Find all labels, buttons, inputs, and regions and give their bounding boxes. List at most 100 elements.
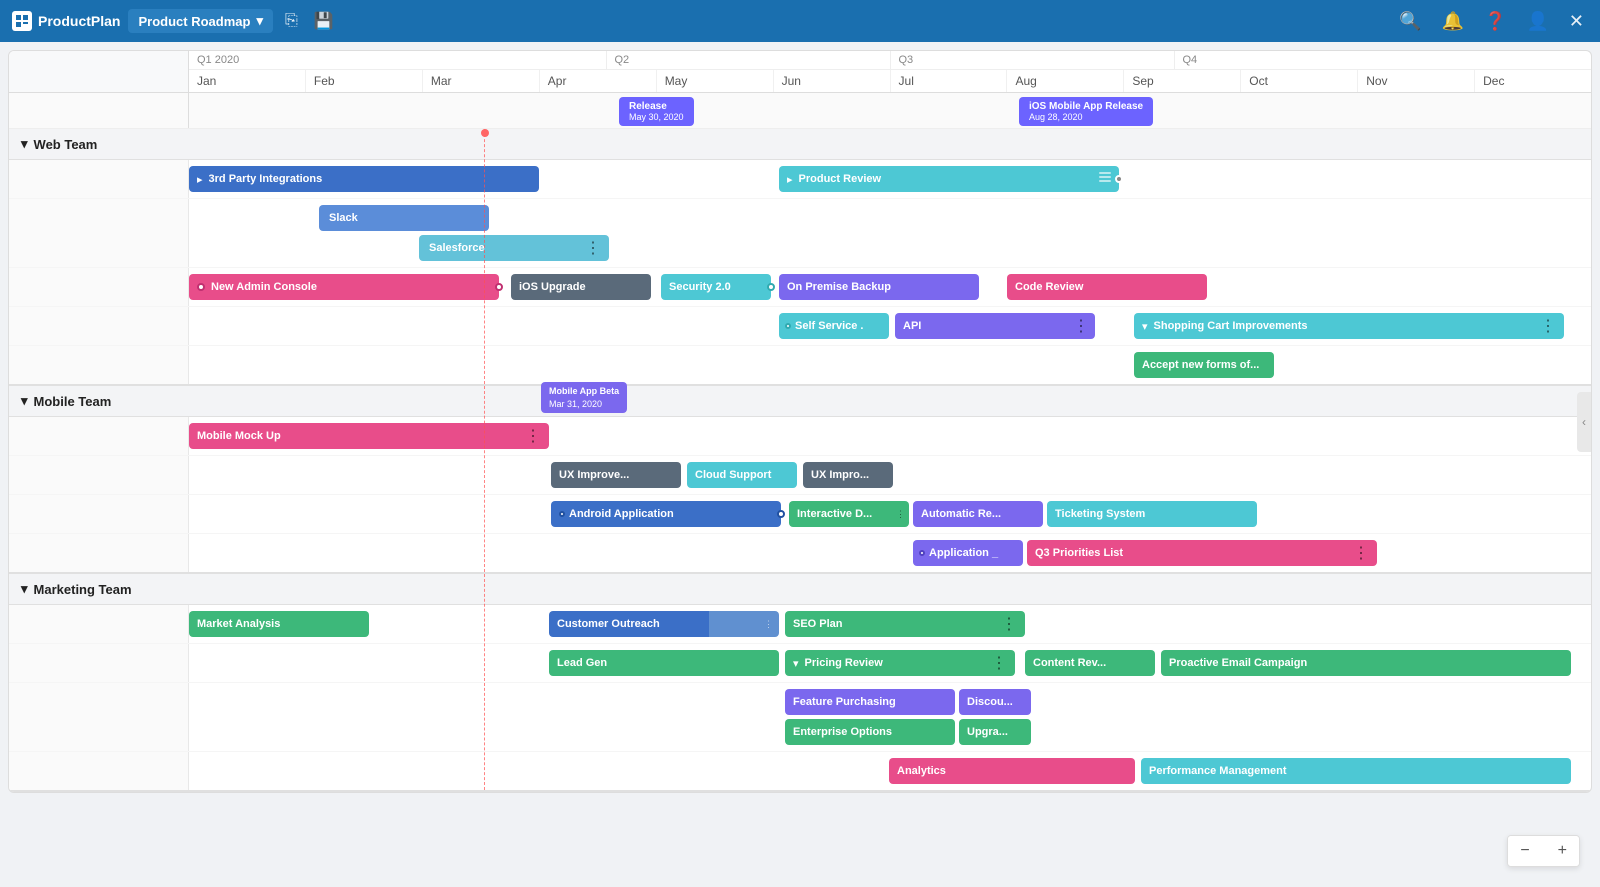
bar-ux-improve1[interactable]: UX Improve... <box>551 462 681 488</box>
release-date: May 30, 2020 <box>629 112 684 122</box>
web-row1-label <box>9 160 189 198</box>
bar-discou-label: Discou... <box>967 696 1013 708</box>
bar-android[interactable]: Android Application <box>551 501 781 527</box>
bar-ios-upgrade[interactable]: iOS Upgrade <box>511 274 651 300</box>
help-button[interactable]: ❓ <box>1480 7 1510 36</box>
zoom-out-button[interactable]: − <box>1508 836 1541 866</box>
topnav: ProductPlan Product Roadmap ▾ ⎘ 💾 🔍 🔔 ❓ … <box>0 0 1600 42</box>
bar-3rd-party[interactable]: ▸ 3rd Party Integrations <box>189 166 539 192</box>
bar-mobile-mockup[interactable]: Mobile Mock Up ⋮ <box>189 423 549 449</box>
bar-customer-outreach-label: Customer Outreach <box>557 618 660 630</box>
web-row3-bars: New Admin Console iOS Upgrade Security 2… <box>189 268 1591 306</box>
interactive-handle: ⋮ <box>896 509 905 520</box>
month-jul: Jul <box>891 70 1008 92</box>
bar-on-premise[interactable]: On Premise Backup <box>779 274 979 300</box>
bar-analytics[interactable]: Analytics <box>889 758 1135 784</box>
bar-salesforce[interactable]: Salesforce ⋮ <box>419 235 609 261</box>
month-nov: Nov <box>1358 70 1475 92</box>
bar-enterprise[interactable]: Enterprise Options <box>785 719 955 745</box>
bar-self-service[interactable]: Self Service . <box>779 313 889 339</box>
bar-performance-mgmt[interactable]: Performance Management <box>1141 758 1571 784</box>
shopping-cart-expand[interactable]: ▾ <box>1142 320 1148 333</box>
bar-shopping-cart[interactable]: ▾ Shopping Cart Improvements ⋮ <box>1134 313 1564 339</box>
mobile-team-collapse-icon[interactable]: ▾ <box>21 393 28 409</box>
web-team-collapse-icon[interactable]: ▾ <box>21 136 28 152</box>
bar-proactive-email-label: Proactive Email Campaign <box>1169 657 1307 669</box>
search-button[interactable]: 🔍 <box>1395 7 1425 36</box>
ios-milestone[interactable]: iOS Mobile App Release Aug 28, 2020 <box>1019 97 1153 126</box>
mktg-row2-bars: Lead Gen ▾ Pricing Review ⋮ Content Rev.… <box>189 644 1591 682</box>
bar-code-review-label: Code Review <box>1015 281 1083 293</box>
bar-market-analysis[interactable]: Market Analysis <box>189 611 369 637</box>
brand-label: ProductPlan <box>38 13 120 29</box>
pricing-handle: ⋮ <box>991 653 1007 673</box>
bar-slack[interactable]: Slack <box>319 205 489 231</box>
admin-left-dot <box>197 283 205 291</box>
bar-q3-label: Q3 Priorities List <box>1035 547 1123 559</box>
bar-q3-priorities[interactable]: Q3 Priorities List ⋮ <box>1027 540 1377 566</box>
bar-product-review-label: Product Review <box>799 173 882 185</box>
month-mar: Mar <box>423 70 540 92</box>
bar-new-admin-label: New Admin Console <box>211 281 317 293</box>
bar-ticketing[interactable]: Ticketing System <box>1047 501 1257 527</box>
bar-lead-gen[interactable]: Lead Gen <box>549 650 779 676</box>
bar-content-rev-label: Content Rev... <box>1033 657 1106 669</box>
bar-product-review[interactable]: ▸ Product Review <box>779 166 1119 192</box>
bar-security[interactable]: Security 2.0 <box>661 274 771 300</box>
bar-new-admin[interactable]: New Admin Console <box>189 274 499 300</box>
mktg-row-2: Lead Gen ▾ Pricing Review ⋮ Content Rev.… <box>9 644 1591 683</box>
bar-automatic[interactable]: Automatic Re... <box>913 501 1043 527</box>
bar-lead-gen-label: Lead Gen <box>557 657 607 669</box>
zoom-in-button[interactable]: + <box>1546 836 1579 866</box>
mockup-handle: ⋮ <box>525 426 541 446</box>
bar-application[interactable]: Application _ <box>913 540 1023 566</box>
mobile-row3-label <box>9 495 189 533</box>
bar-cloud-support-label: Cloud Support <box>695 469 771 481</box>
bar-accept-forms[interactable]: Accept new forms of... <box>1134 352 1274 378</box>
pricing-review-expand[interactable]: ▾ <box>793 657 799 670</box>
bar-interactive[interactable]: Interactive D... ⋮ <box>789 501 909 527</box>
bar-seo-plan[interactable]: SEO Plan ⋮ <box>785 611 1025 637</box>
mobile-beta-milestone[interactable]: Mobile App Beta Mar 31, 2020 <box>541 382 627 413</box>
bar-feature-purchasing[interactable]: Feature Purchasing <box>785 689 955 715</box>
android-right-dot <box>777 510 785 518</box>
mobile-team-header[interactable]: ▾ Mobile Team Mobile App Beta Mar 31, 20… <box>9 386 1591 417</box>
right-panel-toggle[interactable]: ‹ <box>1577 392 1591 452</box>
release-milestone[interactable]: Release May 30, 2020 <box>619 97 694 126</box>
bar-cloud-support[interactable]: Cloud Support <box>687 462 797 488</box>
quarters-row: Q1 2020 Q2 Q3 Q4 <box>189 51 1591 70</box>
marketing-team-collapse-icon[interactable]: ▾ <box>21 581 28 597</box>
save-button[interactable]: 💾 <box>310 7 338 35</box>
bar-ux-impro2[interactable]: UX Impro... <box>803 462 893 488</box>
bar-code-review[interactable]: Code Review <box>1007 274 1207 300</box>
bar-customer-outreach[interactable]: Customer Outreach ⋮ <box>549 611 779 637</box>
ios-label: iOS Mobile App Release <box>1029 101 1143 112</box>
web-team-section: ▾ Web Team ▸ 3rd Party Integrations ▸ Pr… <box>9 129 1591 386</box>
mktg-row-4: Analytics Performance Management <box>9 752 1591 790</box>
bar-ux-improve1-label: UX Improve... <box>559 469 629 481</box>
bar-proactive-email[interactable]: Proactive Email Campaign <box>1161 650 1571 676</box>
bar-3rd-party-expand[interactable]: ▸ <box>197 173 203 186</box>
milestone-label-col <box>9 93 189 128</box>
marketing-team-header[interactable]: ▾ Marketing Team <box>9 574 1591 605</box>
web-row-4: Self Service . API ⋮ ▾ Shopping Cart Imp… <box>9 307 1591 346</box>
bar-api[interactable]: API ⋮ <box>895 313 1095 339</box>
bar-pricing-review[interactable]: ▾ Pricing Review ⋮ <box>785 650 1015 676</box>
web-team-header[interactable]: ▾ Web Team <box>9 129 1591 160</box>
account-button[interactable]: 👤 <box>1522 7 1552 36</box>
bar-discou[interactable]: Discou... <box>959 689 1031 715</box>
web-row-5: Accept new forms of... <box>9 346 1591 384</box>
fullscreen-button[interactable]: ✕ <box>1565 7 1588 36</box>
bar-product-review-expand[interactable]: ▸ <box>787 173 793 186</box>
view-dropdown[interactable]: Product Roadmap ▾ <box>128 9 273 33</box>
ios-date: Aug 28, 2020 <box>1029 112 1143 122</box>
bar-upgra-label: Upgra... <box>967 726 1008 738</box>
bar-ticketing-label: Ticketing System <box>1055 508 1145 520</box>
bar-ux-impro2-label: UX Impro... <box>811 469 869 481</box>
mobile-row-3: Android Application Interactive D... ⋮ A… <box>9 495 1591 534</box>
notifications-button[interactable]: 🔔 <box>1438 7 1468 36</box>
copy-button[interactable]: ⎘ <box>281 8 302 34</box>
month-sep: Sep <box>1124 70 1241 92</box>
bar-upgra[interactable]: Upgra... <box>959 719 1031 745</box>
bar-content-rev[interactable]: Content Rev... <box>1025 650 1155 676</box>
